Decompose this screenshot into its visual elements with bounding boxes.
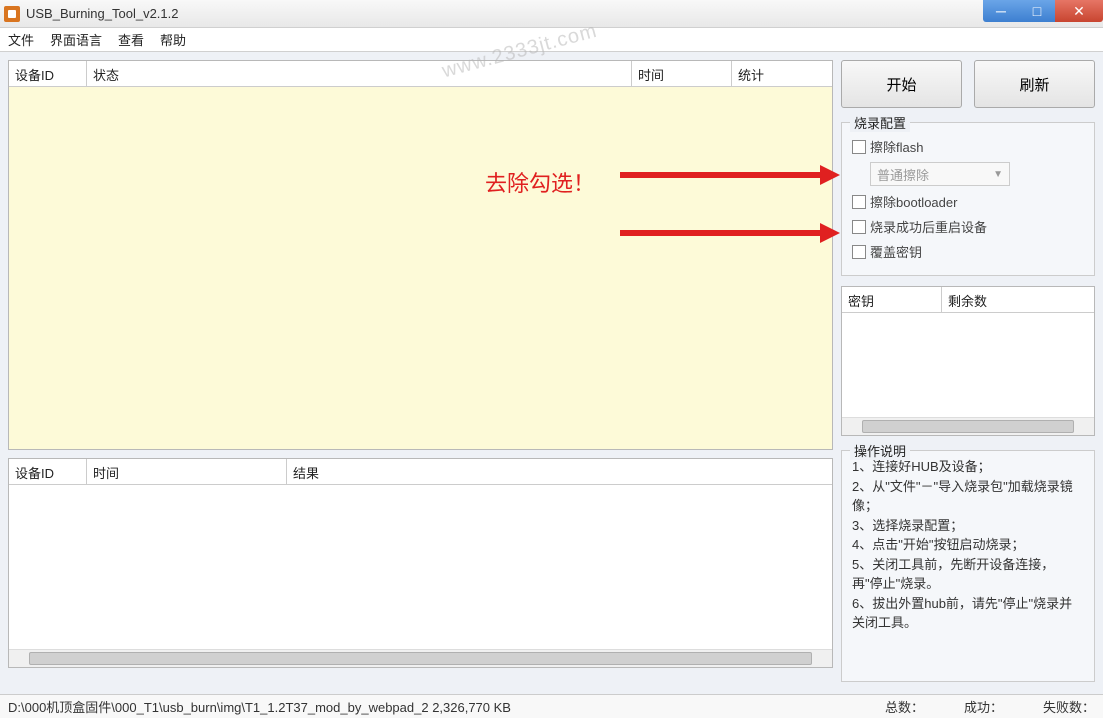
col-status[interactable]: 状态	[87, 61, 632, 86]
annotation-arrow-2	[620, 218, 840, 251]
col-stats[interactable]: 统计	[732, 61, 832, 86]
device-table-header: 设备ID 状态 时间 统计	[9, 61, 832, 87]
start-button[interactable]: 开始	[841, 60, 962, 108]
instruction-3: 3、选择烧录配置；	[852, 516, 1084, 536]
maximize-button[interactable]: □	[1019, 0, 1055, 22]
erase-flash-label: 擦除flash	[870, 137, 923, 156]
key-table: 密钥 剩余数	[841, 286, 1095, 436]
override-key-label: 覆盖密钥	[870, 242, 922, 261]
instruction-4: 4、点击"开始"按钮启动烧录；	[852, 535, 1084, 555]
key-col-remaining[interactable]: 剩余数	[942, 287, 1094, 312]
titlebar: USB_Burning_Tool_v2.1.2 ─ □ ✕	[0, 0, 1103, 28]
key-scrollbar-thumb[interactable]	[862, 420, 1074, 433]
col-device-id[interactable]: 设备ID	[9, 61, 87, 86]
window-title: USB_Burning_Tool_v2.1.2	[26, 6, 179, 21]
menu-view[interactable]: 查看	[118, 30, 144, 49]
erase-flash-checkbox[interactable]	[852, 140, 866, 154]
log-table: 设备ID 时间 结果	[8, 458, 833, 668]
app-icon	[4, 6, 20, 22]
minimize-button[interactable]: ─	[983, 0, 1019, 22]
instruction-2: 2、从"文件"－"导入烧录包"加载烧录镜像；	[852, 477, 1084, 516]
annotation-arrow-1	[620, 160, 840, 193]
instruction-5: 5、关闭工具前，先断开设备连接，再"停止"烧录。	[852, 555, 1084, 594]
window-controls: ─ □ ✕	[983, 0, 1103, 22]
reboot-label: 烧录成功后重启设备	[870, 217, 987, 236]
reboot-checkbox[interactable]	[852, 220, 866, 234]
status-fail: 失败数：	[1043, 697, 1095, 716]
key-table-header: 密钥 剩余数	[842, 287, 1094, 313]
erase-bootloader-checkbox[interactable]	[852, 195, 866, 209]
config-title: 烧录配置	[850, 113, 910, 132]
menubar: 文件 界面语言 查看 帮助	[0, 28, 1103, 52]
instructions-title: 操作说明	[850, 441, 910, 460]
erase-bootloader-label: 擦除bootloader	[870, 192, 957, 211]
erase-mode-select[interactable]: 普通擦除 ▼	[870, 162, 1010, 186]
key-scrollbar[interactable]	[842, 417, 1094, 435]
menu-language[interactable]: 界面语言	[50, 30, 102, 49]
log-table-body	[9, 485, 832, 649]
instructions-group: 操作说明 1、连接好HUB及设备； 2、从"文件"－"导入烧录包"加载烧录镜像；…	[841, 450, 1095, 682]
chevron-down-icon: ▼	[993, 169, 1003, 180]
instruction-6: 6、拔出外置hub前，请先"停止"烧录并关闭工具。	[852, 594, 1084, 633]
close-button[interactable]: ✕	[1055, 0, 1103, 22]
override-key-checkbox[interactable]	[852, 245, 866, 259]
status-success: 成功：	[964, 697, 1003, 716]
device-table: 设备ID 状态 时间 统计	[8, 60, 833, 450]
statusbar: D:\000机顶盒固件\000_T1\usb_burn\img\T1_1.2T3…	[0, 694, 1103, 718]
log-col-result[interactable]: 结果	[287, 459, 832, 484]
key-table-body	[842, 313, 1094, 417]
log-table-header: 设备ID 时间 结果	[9, 459, 832, 485]
key-col-key[interactable]: 密钥	[842, 287, 942, 312]
status-total: 总数：	[885, 697, 924, 716]
log-col-time[interactable]: 时间	[87, 459, 287, 484]
erase-mode-value: 普通擦除	[877, 165, 929, 184]
config-group: 烧录配置 擦除flash 普通擦除 ▼ 擦除bootloader 烧录成功后重启…	[841, 122, 1095, 276]
scrollbar-thumb[interactable]	[29, 652, 812, 665]
log-scrollbar[interactable]	[9, 649, 832, 667]
device-table-body	[9, 87, 832, 449]
col-time[interactable]: 时间	[632, 61, 732, 86]
menu-help[interactable]: 帮助	[160, 30, 186, 49]
status-path: D:\000机顶盒固件\000_T1\usb_burn\img\T1_1.2T3…	[8, 697, 845, 716]
refresh-button[interactable]: 刷新	[974, 60, 1095, 108]
menu-file[interactable]: 文件	[8, 30, 34, 49]
annotation-text: 去除勾选！	[485, 166, 595, 198]
log-col-device-id[interactable]: 设备ID	[9, 459, 87, 484]
